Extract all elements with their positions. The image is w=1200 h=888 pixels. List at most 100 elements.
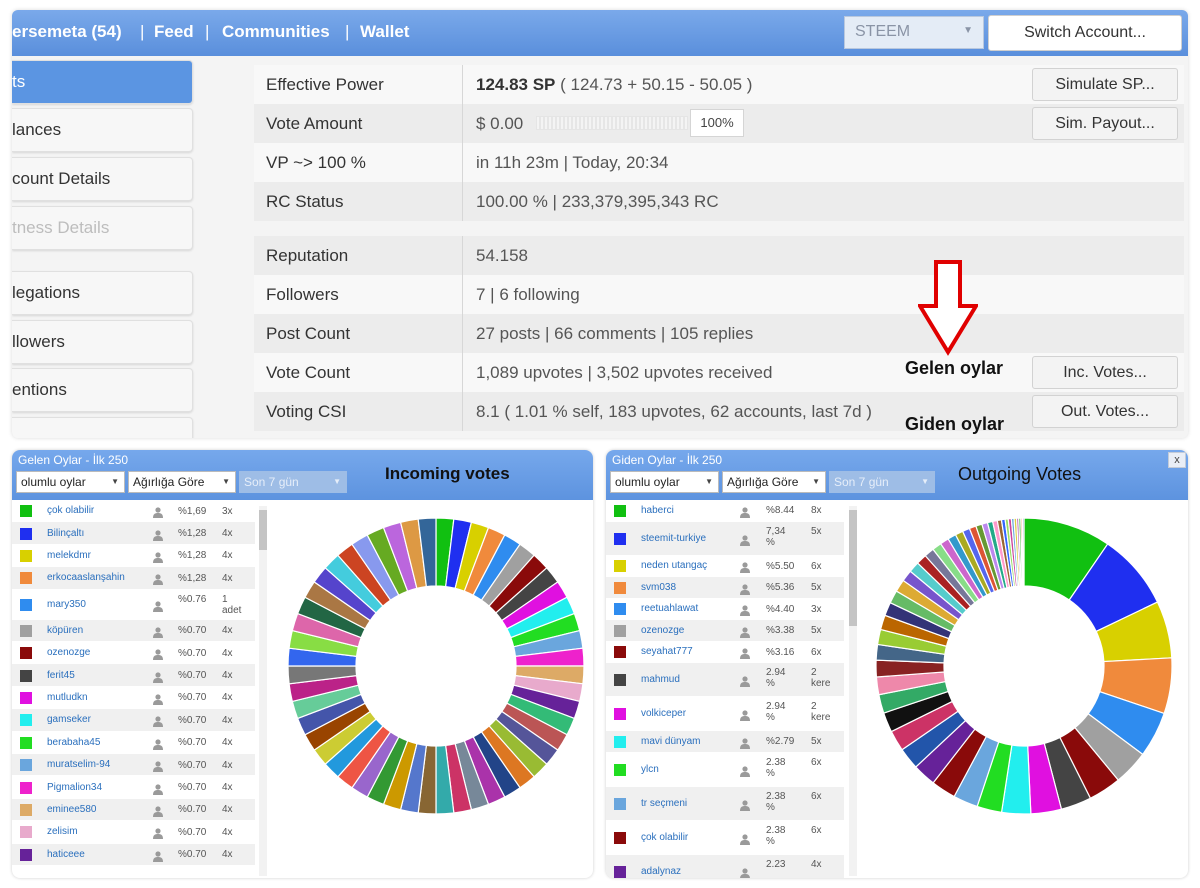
list-item[interactable]: ferit45 %0.70 4x (12, 664, 255, 687)
user-icon[interactable] (152, 849, 164, 862)
list-item[interactable]: Bilinçaltı %1,28 4x (12, 522, 255, 545)
user-icon[interactable] (739, 764, 751, 777)
list-item[interactable]: tr seçmeni 2.38 % 6x (606, 786, 844, 821)
voter-name-link[interactable]: ferit45 (47, 670, 75, 681)
user-icon[interactable] (152, 550, 164, 563)
user-icon[interactable] (739, 646, 751, 660)
list-item[interactable]: seyahat777 %3.16 6x (606, 641, 844, 663)
list-item[interactable]: haticeee %0.70 4x (12, 843, 255, 866)
user-icon[interactable] (739, 866, 751, 878)
nav-wallet[interactable]: Wallet (360, 22, 409, 42)
list-item[interactable]: mutludkn %0.70 4x (12, 686, 255, 710)
voter-name-link[interactable]: svm038 (641, 582, 676, 593)
voter-name-link[interactable]: köpüren (47, 625, 83, 636)
list-scrollbar[interactable] (849, 506, 857, 876)
voter-name-link[interactable]: seyahat777 (641, 646, 693, 657)
close-icon[interactable]: x (1168, 452, 1186, 468)
voter-name-link[interactable]: berabaha45 (47, 737, 100, 748)
list-item[interactable]: çok olabilir 2.38 % 6x (606, 820, 844, 855)
user-icon[interactable] (739, 674, 751, 687)
user-icon[interactable] (152, 804, 164, 817)
list-item[interactable]: ylcn 2.38 % 6x (606, 752, 844, 787)
user-icon[interactable] (739, 582, 751, 595)
voter-name-link[interactable]: Bilinçaltı (47, 528, 84, 539)
scrollbar-thumb[interactable] (849, 510, 857, 626)
side-item-stats[interactable]: ts (12, 60, 193, 104)
voter-name-link[interactable]: mutludkn (47, 692, 88, 703)
user-icon[interactable] (739, 736, 751, 749)
voter-name-link[interactable]: zelisim (47, 826, 78, 837)
list-item[interactable]: gamseker %0.70 4x (12, 709, 255, 732)
vote-weight-slider[interactable] (536, 116, 688, 130)
user-icon[interactable] (152, 599, 164, 612)
switch-account-button[interactable]: Switch Account... (988, 15, 1182, 51)
list-item[interactable]: mavi dünyam %2.79 5x (606, 731, 844, 753)
user-icon[interactable] (739, 832, 751, 845)
user-icon[interactable] (152, 714, 164, 728)
user-icon[interactable] (739, 505, 751, 518)
voter-name-link[interactable]: reetuahlawat (641, 603, 698, 614)
list-item[interactable]: mahmud 2.94 % 2 kere (606, 663, 844, 697)
user-icon[interactable] (739, 560, 751, 574)
nav-communities[interactable]: Communities (222, 22, 330, 42)
voter-name-link[interactable]: haberci (641, 505, 674, 516)
user-icon[interactable] (152, 782, 164, 795)
list-item[interactable]: volkiceper 2.94 % 2 kere (606, 697, 844, 731)
simulate-sp-button[interactable]: Simulate SP... (1032, 68, 1178, 101)
vote-type-select[interactable]: olumlu oylar ▼ (610, 471, 719, 493)
scrollbar-thumb[interactable] (259, 510, 267, 550)
sim-payout-button[interactable]: Sim. Payout... (1032, 107, 1178, 140)
voter-name-link[interactable]: mavi dünyam (641, 736, 700, 747)
list-item[interactable]: reetuahlawat %4.40 3x (606, 598, 844, 620)
list-scrollbar[interactable] (259, 506, 267, 876)
side-item-balances[interactable]: lances (12, 108, 193, 152)
list-item[interactable]: ozenozge %0.70 4x (12, 642, 255, 665)
list-item[interactable]: haberci %8.44 8x (606, 500, 844, 522)
list-item[interactable]: muratselim-94 %0.70 4x (12, 754, 255, 777)
voter-name-link[interactable]: eminee580 (47, 804, 96, 815)
side-item-delegations[interactable]: legations (12, 271, 193, 315)
list-item[interactable]: ozenozge %3.38 5x (606, 620, 844, 642)
voter-name-link[interactable]: çok olabilir (47, 505, 94, 516)
outgoing-votes-button[interactable]: Out. Votes... (1032, 395, 1178, 428)
side-item-account-details[interactable]: count Details (12, 157, 193, 201)
list-item[interactable]: mary350 %0.76 1 adet (12, 589, 255, 620)
list-item[interactable]: köpüren %0.70 4x (12, 619, 255, 642)
voter-name-link[interactable]: ylcn (641, 764, 659, 775)
voter-name-link[interactable]: Pigmalion34 (47, 782, 102, 793)
voter-name-link[interactable]: neden utangaç (641, 560, 707, 571)
voter-name-link[interactable]: mary350 (47, 599, 86, 610)
voter-name-link[interactable]: çok olabilir (641, 832, 688, 843)
voter-name-link[interactable]: muratselim-94 (47, 759, 110, 770)
list-item[interactable]: neden utangaç %5.50 6x (606, 555, 844, 577)
voter-name-link[interactable]: volkiceper (641, 708, 686, 719)
list-item[interactable]: zelisim %0.70 4x (12, 821, 255, 844)
voter-name-link[interactable]: tr seçmeni (641, 798, 687, 809)
list-item[interactable]: Pigmalion34 %0.70 4x (12, 776, 255, 799)
user-icon[interactable] (739, 798, 751, 811)
user-icon[interactable] (152, 528, 164, 541)
list-item[interactable]: steemit-turkiye 7,34 % 5x (606, 521, 844, 556)
list-item[interactable]: berabaha45 %0.70 4x (12, 731, 255, 754)
list-item[interactable]: svm038 %5.36 5x (606, 577, 844, 599)
voter-name-link[interactable]: erkocaaslanşahin (47, 572, 125, 583)
vote-weight-percent[interactable]: 100% (690, 109, 744, 137)
voter-name-link[interactable]: ozenozge (641, 625, 684, 636)
side-item-more[interactable] (12, 417, 193, 438)
incoming-votes-button[interactable]: Inc. Votes... (1032, 356, 1178, 389)
vote-type-select[interactable]: olumlu oylar ▼ (16, 471, 125, 493)
sort-select[interactable]: Ağırlığa Göre ▼ (722, 471, 826, 493)
user-icon[interactable] (152, 505, 164, 519)
user-icon[interactable] (152, 737, 164, 750)
user-icon[interactable] (152, 759, 164, 773)
user-icon[interactable] (152, 692, 164, 705)
user-icon[interactable] (152, 572, 164, 586)
side-item-mentions[interactable]: entions (12, 368, 193, 412)
list-item[interactable]: erkocaaslanşahin %1,28 4x (12, 567, 255, 590)
network-select[interactable]: STEEM ▼ (844, 16, 984, 49)
sort-select[interactable]: Ağırlığa Göre ▼ (128, 471, 236, 493)
user-icon[interactable] (152, 826, 164, 840)
list-item[interactable]: adalynaz 2.23 4x (606, 854, 844, 878)
outgoing-donut-slice-49[interactable] (1021, 517, 1025, 587)
voter-name-link[interactable]: adalynaz (641, 866, 681, 877)
